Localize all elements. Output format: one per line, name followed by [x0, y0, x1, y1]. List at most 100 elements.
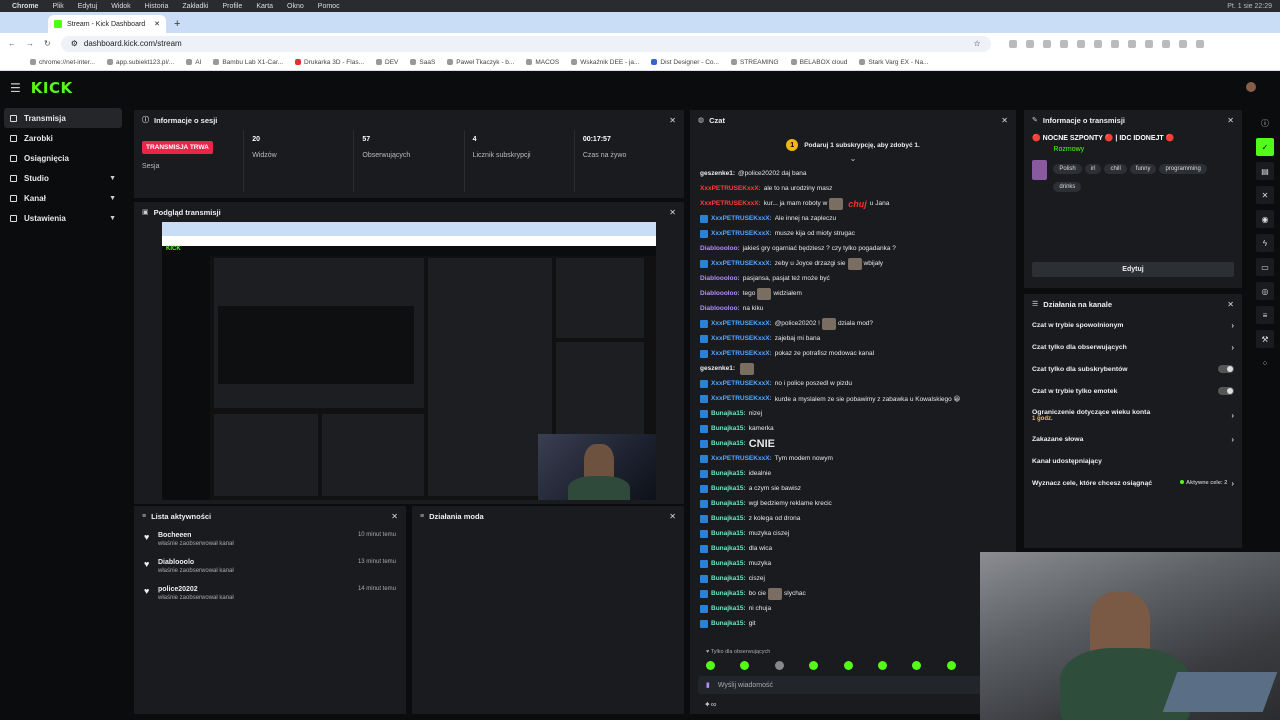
chat-username[interactable]: geszenke1: — [700, 170, 735, 177]
emote-button[interactable] — [843, 661, 853, 670]
chat-username[interactable]: XxxPETRUSEKxxX: — [711, 260, 772, 267]
close-icon[interactable]: ✕ — [1001, 116, 1008, 125]
preview-video[interactable]: KICK — [162, 222, 656, 500]
chat-username[interactable]: XxxPETRUSEKxxX: — [711, 455, 772, 462]
chat-username[interactable]: XxxPETRUSEKxxX: — [700, 200, 761, 207]
activity-name[interactable]: Diablooolo — [158, 559, 234, 566]
close-icon[interactable]: ✕ — [669, 116, 676, 125]
forward-icon[interactable]: → — [26, 39, 34, 48]
bookmark-item[interactable]: app.subiekt123.pl/... — [107, 59, 174, 66]
mac-menu-file[interactable]: Plik — [52, 3, 63, 10]
chat-username[interactable]: Bunajka15: — [711, 545, 746, 552]
bookmark-item[interactable]: Drukarka 3D - Flas... — [295, 59, 364, 66]
activity-name[interactable]: police20202 — [158, 586, 234, 593]
mac-menu-tab[interactable]: Karta — [256, 3, 273, 10]
address-bar[interactable]: ⚙ dashboard.kick.com/stream ☆ — [60, 35, 991, 52]
list-icon[interactable]: ≡ — [1256, 306, 1274, 324]
chat-icon[interactable]: ▭ — [1256, 258, 1274, 276]
sidebar-item-studio[interactable]: Studio ▼ — [4, 168, 122, 188]
sidebar-item-kanal[interactable]: Kanał ▼ — [4, 188, 122, 208]
emote-button[interactable] — [809, 661, 819, 670]
chat-username[interactable]: Diabloooloo: — [700, 245, 740, 252]
more-icon[interactable]: ⁘ — [1256, 354, 1274, 372]
chat-username[interactable]: Bunajka15: — [711, 590, 746, 597]
tag[interactable]: funny — [1129, 164, 1157, 174]
chat-username[interactable]: XxxPETRUSEKxxX: — [700, 185, 761, 192]
mac-menu-help[interactable]: Pomoc — [318, 3, 340, 10]
menu-icon[interactable]: ☰ — [10, 81, 21, 95]
chat-username[interactable]: XxxPETRUSEKxxX: — [711, 395, 772, 402]
extension-icon[interactable] — [1161, 39, 1170, 48]
mac-menu-chrome[interactable]: Chrome — [12, 3, 38, 10]
emote-button[interactable] — [706, 661, 715, 670]
chat-username[interactable]: Bunajka15: — [711, 440, 746, 447]
activity-name[interactable]: Bocheeen — [158, 532, 234, 539]
bookmark-folder[interactable]: AI — [186, 59, 201, 66]
mac-menu-edit[interactable]: Edytuj — [78, 3, 97, 10]
emote-button[interactable] — [877, 661, 887, 670]
extension-icon[interactable] — [1042, 39, 1051, 48]
bookmark-item[interactable]: Stark Varg EX - Na... — [859, 59, 929, 66]
close-icon[interactable]: ✕ — [1227, 116, 1234, 125]
avatar[interactable] — [1246, 82, 1256, 92]
bookmark-item[interactable]: Dist Designer - Co... — [651, 59, 719, 66]
extension-icon[interactable] — [1093, 39, 1102, 48]
tag[interactable]: chill — [1104, 164, 1127, 174]
emote-button[interactable] — [774, 661, 784, 670]
edit-button[interactable]: Edytuj — [1032, 262, 1234, 277]
emote-button[interactable] — [740, 661, 750, 670]
bookmark-item[interactable]: BELABOX cloud — [790, 59, 847, 66]
broadcast-icon[interactable]: ◎ — [1256, 282, 1274, 300]
bookmark-folder[interactable]: DEV — [376, 59, 398, 66]
mac-menu-window[interactable]: Okno — [287, 3, 304, 10]
tag[interactable]: drinks — [1053, 182, 1082, 192]
bookmark-item[interactable]: Bambu Lab X1-Car... — [213, 59, 283, 66]
stream-category[interactable]: Rozmowy — [1053, 146, 1234, 153]
chat-username[interactable]: XxxPETRUSEKxxX: — [711, 215, 772, 222]
close-icon[interactable]: ✕ — [391, 512, 398, 521]
sidebar-item-ustawienia[interactable]: Ustawienia ▼ — [4, 208, 122, 228]
extension-icon[interactable] — [1144, 39, 1153, 48]
emote-only-toggle[interactable] — [1218, 387, 1234, 395]
chat-username[interactable]: Bunajka15: — [711, 470, 746, 477]
bookmark-folder[interactable]: SaaS — [410, 59, 435, 66]
bookmark-star-icon[interactable]: ☆ — [974, 39, 981, 48]
close-icon[interactable]: ✕ — [669, 512, 676, 521]
chat-username[interactable]: Bunajka15: — [711, 515, 746, 522]
mac-menu-profiles[interactable]: Profile — [222, 3, 242, 10]
chat-username[interactable]: Bunajka15: — [711, 560, 746, 567]
chat-username[interactable]: Bunajka15: — [711, 425, 746, 432]
mac-menu-bookmarks[interactable]: Zakładki — [182, 3, 208, 10]
reload-icon[interactable]: ↻ — [44, 39, 51, 48]
extension-icon[interactable] — [1025, 39, 1034, 48]
chat-username[interactable]: Bunajka15: — [711, 500, 746, 507]
slow-mode-row[interactable]: Czat w trybie spowolnionym › — [1024, 314, 1242, 336]
info-icon[interactable]: ⓘ — [1256, 114, 1274, 132]
extension-icon[interactable] — [1127, 39, 1136, 48]
wrench-icon[interactable]: ⚒ — [1256, 330, 1274, 348]
back-icon[interactable]: ← — [8, 39, 16, 48]
extension-icon[interactable] — [1076, 39, 1085, 48]
subscribers-only-toggle[interactable] — [1218, 365, 1234, 373]
close-icon[interactable]: ✕ — [1256, 186, 1274, 204]
bookmark-folder[interactable]: MACOS — [526, 59, 559, 66]
emote-button[interactable] — [912, 661, 922, 670]
goals-row[interactable]: Wyznacz cele, które chcesz osiągnąć Akty… — [1024, 472, 1242, 494]
bookmark-item[interactable]: Wskaźnik DEE - ja... — [571, 59, 639, 66]
account-age-row[interactable]: Ograniczenie dotyczące wieku konta 1 god… — [1024, 402, 1242, 428]
mac-menu-view[interactable]: Widok — [111, 3, 130, 10]
chat-input[interactable]: ▮ Wyślij wiadomość — [698, 676, 998, 694]
chat-username[interactable]: Bunajka15: — [711, 485, 746, 492]
sidebar-item-zarobki[interactable]: Zarobki — [4, 128, 122, 148]
chat-username[interactable]: Bunajka15: — [711, 575, 746, 582]
close-icon[interactable]: ✕ — [1227, 300, 1234, 309]
browser-tab[interactable]: Stream - Kick Dashboard ✕ — [48, 15, 166, 33]
chat-username[interactable]: XxxPETRUSEKxxX: — [711, 335, 772, 342]
emote-picker-icon[interactable]: ✦∞ — [704, 700, 716, 709]
check-icon[interactable]: ✓ — [1256, 138, 1274, 156]
tag[interactable]: programming — [1159, 164, 1207, 174]
bookmark-folder[interactable]: STREAMING — [730, 59, 779, 66]
chat-username[interactable]: Bunajka15: — [711, 530, 746, 537]
emote-button[interactable] — [946, 661, 956, 670]
chat-username[interactable]: XxxPETRUSEKxxX: — [711, 230, 772, 237]
